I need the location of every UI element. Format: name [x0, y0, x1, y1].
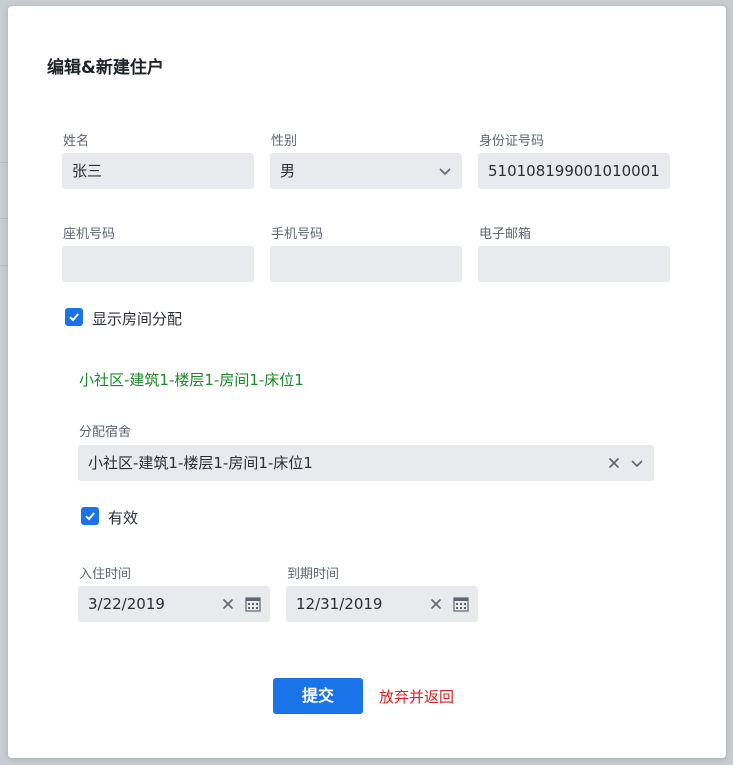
background-divider	[0, 162, 8, 163]
email-input[interactable]	[478, 246, 670, 282]
resident-edit-dialog: 编辑&新建住户 姓名 张三 性别 男 身份证号码 510108199001010…	[8, 6, 726, 758]
mobile-label: 手机号码	[271, 227, 324, 242]
checkin-date-input[interactable]: 3/22/2019	[78, 586, 270, 622]
background-divider	[0, 218, 8, 219]
name-input[interactable]: 张三	[62, 153, 254, 189]
chevron-down-icon[interactable]	[630, 445, 644, 481]
landline-label: 座机号码	[63, 227, 116, 242]
checkmark-icon	[85, 512, 95, 521]
valid-checkbox[interactable]	[81, 507, 99, 525]
checkin-label: 入住时间	[79, 567, 132, 582]
expire-value: 12/31/2019	[296, 595, 383, 613]
discard-and-return-link[interactable]: 放弃并返回	[379, 686, 454, 707]
calendar-icon[interactable]	[453, 586, 469, 622]
dorm-value: 小社区-建筑1-楼层1-房间1-床位1	[88, 454, 313, 472]
checkin-value: 3/22/2019	[88, 595, 165, 613]
dialog-title: 编辑&新建住户	[47, 58, 164, 78]
clear-icon[interactable]	[222, 586, 234, 622]
name-value: 张三	[72, 162, 103, 180]
gender-value: 男	[280, 162, 296, 180]
id-number-label: 身份证号码	[479, 134, 545, 149]
valid-label: 有效	[108, 509, 139, 527]
mobile-input[interactable]	[270, 246, 462, 282]
dorm-select[interactable]: 小社区-建筑1-楼层1-房间1-床位1	[78, 445, 654, 481]
show-room-checkbox[interactable]	[65, 308, 83, 326]
dorm-label: 分配宿舍	[79, 425, 132, 440]
room-assignment-summary: 小社区-建筑1-楼层1-房间1-床位1	[79, 371, 304, 389]
clear-icon[interactable]	[608, 445, 620, 481]
name-label: 姓名	[63, 134, 90, 149]
submit-button[interactable]: 提交	[273, 678, 363, 714]
show-room-label: 显示房间分配	[92, 310, 183, 328]
id-number-value: 510108199001010001	[488, 162, 660, 180]
landline-input[interactable]	[62, 246, 254, 282]
clear-icon[interactable]	[430, 586, 442, 622]
checkmark-icon	[69, 313, 79, 322]
calendar-icon[interactable]	[245, 586, 261, 622]
chevron-down-icon[interactable]	[438, 153, 452, 189]
expire-label: 到期时间	[287, 567, 340, 582]
background-divider	[0, 265, 8, 266]
email-label: 电子邮箱	[479, 227, 532, 242]
id-number-input[interactable]: 510108199001010001	[478, 153, 670, 189]
expire-date-input[interactable]: 12/31/2019	[286, 586, 478, 622]
gender-label: 性别	[271, 134, 298, 149]
gender-select[interactable]: 男	[270, 153, 462, 189]
